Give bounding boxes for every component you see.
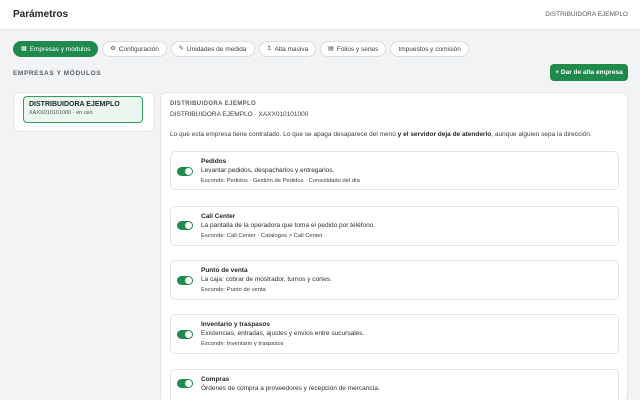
section-title: EMPRESAS Y MÓDULOS [13, 70, 102, 77]
top-bar: Parámetros DISTRIBUIDORA EJEMPLO [0, 0, 640, 30]
panel-kicker: DISTRIBUIDORA EJEMPLO [170, 101, 257, 107]
module-toggle[interactable] [177, 221, 193, 230]
module-card-punto-venta: Punto de venta La caja: cobrar de mostra… [170, 260, 619, 300]
tab-label: Configuración [118, 45, 159, 53]
module-description: Órdenes de compra a proveedores y recepc… [201, 385, 380, 392]
tab-label: Folios y series [336, 45, 379, 53]
company-list-panel: DISTRIBUIDORA EJEMPLO XAXX010101000 · en… [13, 92, 155, 132]
module-card-call-center: Call Center La pantalla de la operadora … [170, 206, 619, 246]
building-icon: ▦ [21, 46, 27, 52]
module-name: Compras [201, 376, 230, 383]
ruler-icon: ✎ [178, 46, 184, 52]
tab-impuestos-comision[interactable]: Impuestos y comisión [390, 41, 469, 57]
tab-alta-masiva[interactable]: ↥ Alta masiva [258, 41, 317, 57]
module-toggle[interactable] [177, 167, 193, 176]
description-text-end: , aunque alguien sepa la dirección. [491, 131, 592, 138]
module-description: La pantalla de la operadora que toma el … [201, 222, 376, 229]
module-name: Call Center [201, 213, 236, 220]
module-card-pedidos: Pedidos Levantar pedidos, despacharlos y… [170, 151, 619, 190]
module-hides: Esconde: Punto de venta [201, 287, 266, 293]
module-toggle[interactable] [177, 276, 193, 285]
module-toggle[interactable] [177, 379, 193, 388]
module-name: Punto de venta [201, 267, 248, 274]
tab-bar: ▦ Empresas y módulos ⚙ Configuración ✎ U… [13, 41, 469, 57]
gear-icon: ⚙ [110, 46, 116, 52]
company-card-rfc: XAXX010101000 · en uso [29, 110, 93, 117]
tab-label: Empresas y módulos [29, 45, 91, 53]
description-text: Lo que esta empresa tiene contratado. Lo… [170, 131, 398, 138]
module-name: Pedidos [201, 158, 227, 165]
add-company-button[interactable]: + Dar de alta empresa [550, 64, 628, 81]
tab-unidades-medida[interactable]: ✎ Unidades de medida [170, 41, 255, 57]
tab-empresas-modulos[interactable]: ▦ Empresas y módulos [13, 41, 99, 57]
tab-label: Unidades de medida [186, 45, 247, 53]
module-description: Existencias, entradas, ajustes y envíos … [201, 330, 365, 337]
panel-description: Lo que esta empresa tiene contratado. Lo… [170, 131, 620, 138]
module-description: La caja: cobrar de mostrador, turnos y c… [201, 276, 332, 283]
page-title: Parámetros [13, 9, 69, 20]
module-hides: Esconde: Pedidos · Gestión de Pedidos · … [201, 178, 360, 184]
tab-configuracion[interactable]: ⚙ Configuración [102, 41, 167, 57]
tab-folios-series[interactable]: ▤ Folios y series [320, 41, 387, 57]
folder-icon: ▤ [328, 46, 334, 52]
module-name: Inventario y traspasos [201, 321, 270, 328]
tab-label: Alta masiva [274, 45, 309, 53]
company-card-name: DISTRIBUIDORA EJEMPLO [29, 101, 120, 108]
upload-icon: ↥ [266, 46, 272, 52]
tab-label: Impuestos y comisión [398, 45, 461, 53]
module-toggle[interactable] [177, 330, 193, 339]
company-card[interactable]: DISTRIBUIDORA EJEMPLO XAXX010101000 · en… [23, 96, 143, 123]
panel-subtitle: DISTRIBUIDORA EJEMPLO · XAXX010101000 [170, 111, 309, 118]
description-emphasis: y el servidor deja de atenderlo [397, 131, 492, 138]
module-card-compras: Compras Órdenes de compra a proveedores … [170, 369, 619, 400]
module-description: Levantar pedidos, despacharlos y entrega… [201, 167, 335, 174]
module-card-inventario: Inventario y traspasos Existencias, entr… [170, 314, 619, 354]
module-hides: Esconde: Call Center · Catalogos > Call … [201, 233, 323, 239]
module-hides: Esconde: Inventario y traspasos [201, 341, 284, 347]
current-company-label[interactable]: DISTRIBUIDORA EJEMPLO [545, 11, 628, 18]
modules-panel: DISTRIBUIDORA EJEMPLO DISTRIBUIDORA EJEM… [160, 92, 628, 400]
